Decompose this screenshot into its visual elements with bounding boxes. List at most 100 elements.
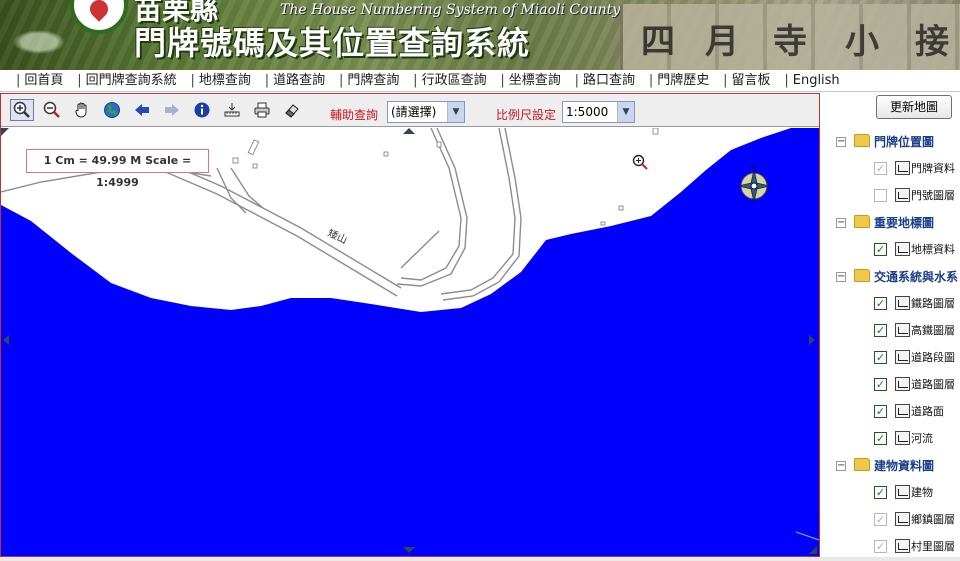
status-strip [0,557,960,561]
layer-label: 村里圖層 [911,540,955,553]
layer-checkbox[interactable]: ✓ [874,243,887,256]
chevron-down-icon: ▼ [447,102,464,122]
nav-house-number-system[interactable]: 回門牌查詢系統 [82,70,177,91]
zoom-in-icon[interactable] [10,99,34,121]
layer-label: 鄉鎮圖層 [911,513,955,526]
collapse-icon[interactable]: − [836,137,846,147]
pan-south-button[interactable] [403,547,415,553]
collapse-icon[interactable]: − [836,272,846,282]
layer-label: 建物 [911,486,933,499]
layer-legend-icon [895,242,910,256]
pan-southeast-button[interactable] [809,546,817,554]
layer-checkbox[interactable] [874,189,887,202]
layer-label: 河流 [911,432,933,445]
folder-icon [854,134,870,147]
layer-checkbox[interactable]: ✓ [874,486,887,499]
full-extent-globe-icon[interactable] [100,99,124,121]
layer-legend-icon [895,404,910,418]
scale-setting-label: 比例尺設定 [496,108,557,122]
map-canvas[interactable]: 矮山 1 Cm = 49.99 M Scale = 1:4999 N [1,128,819,556]
layer-group-label: 建物資料圖 [874,459,935,473]
collapse-icon[interactable]: − [836,461,846,471]
layer-group-label: 門牌位置圖 [874,135,935,149]
layer-group-label: 交通系統與水系 [874,270,959,284]
sign-char: 月 [705,22,739,62]
folder-icon [854,269,870,282]
info-icon[interactable] [190,99,214,121]
map-toolbar: 輔助查詢 (請選擇) ▼ 比例尺設定 1:5000 ▼ [1,94,819,127]
layer-legend-icon [895,485,910,499]
layer-legend-icon [895,350,910,364]
layer-label: 高鐵圖層 [911,324,955,337]
layer-label: 道路段圖 [911,351,955,364]
layer-label: 道路面 [911,405,944,418]
layer-checkbox[interactable]: ✓ [874,324,887,337]
nav-english[interactable]: English [789,70,840,91]
map-panel: 輔助查詢 (請選擇) ▼ 比例尺設定 1:5000 ▼ 矮山 1 Cm = 49… [0,93,820,557]
layer-checkbox[interactable]: ✓ [874,405,887,418]
refresh-map-button[interactable]: 更新地圖 [876,95,952,119]
zoom-out-icon[interactable] [40,99,64,121]
layer-checkbox[interactable]: ✓ [874,540,887,553]
layer-label: 鐵路圖層 [911,297,955,310]
layer-legend-icon [895,161,910,175]
banner-sign-image: 四 月 寺 小 接 [620,4,960,70]
layer-checkbox[interactable]: ✓ [874,513,887,526]
nav-district-query[interactable]: 行政區查詢 [418,70,487,91]
aux-query-value: (請選擇) [391,105,437,119]
layer-checkbox[interactable]: ✓ [874,351,887,364]
layer-label: 門牌資料 [911,162,955,175]
zoom-marker-icon[interactable] [632,154,648,170]
chevron-down-icon: ▼ [617,102,634,122]
banner-english-title: The House Numbering System of Miaoli Cou… [280,2,621,18]
sign-char: 寺 [773,22,807,62]
nav-house-number-query[interactable]: 門牌查詢 [343,70,399,91]
layer-legend-icon [895,296,910,310]
nav-road-query[interactable]: 道路查詢 [269,70,325,91]
sign-char: 四 [641,22,675,62]
pan-east-button[interactable] [809,335,815,345]
scale-select[interactable]: 1:5000 ▼ [562,101,635,123]
previous-view-arrow-icon[interactable] [130,99,154,121]
layer-legend-icon [895,377,910,391]
pan-northwest-button[interactable] [1,128,9,136]
nav-intersection-query[interactable]: 路口查詢 [579,70,635,91]
layer-panel: 更新地圖 − 門牌位置圖 ✓ 門牌資料 門號圖層 − 重要地標圖 ✓ 地標資料 − 交通系統與水系 ✓… [820,93,960,557]
sign-char: 小 [845,22,879,62]
nav-landmark-query[interactable]: 地標查詢 [195,70,251,91]
sign-char: 接 [915,22,949,62]
layer-checkbox[interactable]: ✓ [874,162,887,175]
collapse-icon[interactable]: − [836,218,846,228]
north-arrow-compass-icon[interactable]: N [736,164,772,204]
print-icon[interactable] [250,99,274,121]
layer-legend-icon [895,431,910,445]
layer-checkbox[interactable]: ✓ [874,378,887,391]
scale-value: 1:5000 [566,105,609,119]
layer-legend-icon [895,188,910,202]
next-view-arrow-icon[interactable] [160,99,184,121]
header-banner: 苗栗縣 The House Numbering System of Miaoli… [0,0,960,70]
layer-checkbox[interactable]: ✓ [874,297,887,310]
layer-legend-icon [895,512,910,526]
nav-home[interactable]: 回首頁 [20,70,63,91]
pan-hand-icon[interactable] [70,99,94,121]
layer-legend-icon [895,323,910,337]
measure-icon[interactable] [220,99,244,121]
folder-icon [854,458,870,471]
nav-message-board[interactable]: 留言板 [728,70,771,91]
layer-group-label: 重要地標圖 [874,216,935,230]
scale-readout: 1 Cm = 49.99 M Scale = 1:4999 [26,149,209,189]
layer-legend-icon [895,539,910,553]
nav-house-number-history[interactable]: 門牌歷史 [653,70,709,91]
aux-query-select[interactable]: (請選擇) ▼ [387,101,465,123]
layer-label: 道路圖層 [911,378,955,391]
nav-coordinate-query[interactable]: 坐標查詢 [505,70,561,91]
aux-query-label: 輔助查詢 [330,108,379,122]
layer-label: 地標資料 [911,243,955,256]
folder-icon [854,215,870,228]
clear-eraser-icon[interactable] [280,99,304,121]
layer-checkbox[interactable]: ✓ [874,432,887,445]
pan-west-button[interactable] [3,335,9,345]
pan-north-button[interactable] [403,128,415,134]
banner-system-title: 門牌號碼及其位置查詢系統 [134,24,531,62]
